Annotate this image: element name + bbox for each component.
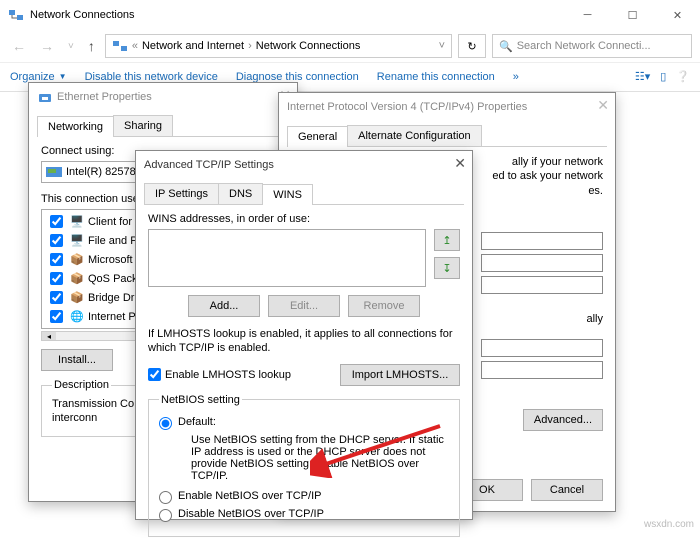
search-placeholder: Search Network Connecti... — [517, 40, 651, 52]
chk-ipv4[interactable] — [50, 310, 63, 323]
preview-pane-icon[interactable]: ▯ — [660, 70, 666, 83]
annotation-arrow — [310, 418, 450, 478]
breadcrumb-sep: « — [132, 40, 138, 52]
organize-menu[interactable]: Organize ▼ — [10, 71, 67, 83]
breadcrumb-2[interactable]: Network Connections — [256, 40, 361, 52]
advanced-button[interactable]: Advanced... — [523, 409, 603, 431]
chk-bridge[interactable] — [50, 291, 63, 304]
dialog-title: Internet Protocol Version 4 (TCP/IPv4) P… — [279, 93, 615, 121]
search-input[interactable]: 🔍 Search Network Connecti... — [492, 34, 692, 58]
tabs: Networking Sharing — [37, 115, 289, 137]
help-icon[interactable]: ❔ — [676, 70, 690, 83]
wins-addresses-label: WINS addresses, in order of use: — [148, 213, 460, 225]
gateway-field[interactable] — [481, 276, 603, 294]
recent-dropdown[interactable]: ˅ — [64, 41, 78, 52]
chk-msnet1[interactable] — [50, 253, 63, 266]
chevron-right-icon: › — [248, 40, 252, 52]
tab-sharing[interactable]: Sharing — [113, 115, 173, 136]
description-legend: Description — [52, 379, 111, 391]
move-up-button[interactable]: ↥ — [434, 229, 460, 251]
tabs: General Alternate Configuration — [287, 125, 607, 147]
tabs: IP Settings DNS WINS — [144, 183, 464, 205]
radio-enable-netbios[interactable]: Enable NetBIOS over TCP/IP — [159, 490, 449, 504]
disable-device-button[interactable]: Disable this network device — [85, 71, 218, 83]
tab-general[interactable]: General — [287, 126, 348, 147]
chk-qos[interactable] — [50, 272, 63, 285]
close-button[interactable]: ✕ — [655, 0, 700, 30]
minimize-button[interactable]: ─ — [565, 0, 610, 30]
refresh-button[interactable]: ↻ — [458, 34, 486, 58]
diagnose-button[interactable]: Diagnose this connection — [236, 71, 359, 83]
adapter-icon — [46, 166, 62, 178]
remove-button: Remove — [348, 295, 420, 317]
view-options-icon[interactable]: ☷▾ — [635, 70, 650, 83]
window-title: Network Connections — [30, 9, 135, 21]
radio-disable-netbios[interactable]: Disable NetBIOS over TCP/IP — [159, 508, 449, 522]
mask-field[interactable] — [481, 254, 603, 272]
forward-button: → — [36, 38, 58, 54]
close-icon[interactable]: ✕ — [454, 155, 466, 172]
dns2-field[interactable] — [481, 361, 603, 379]
tab-altconfig[interactable]: Alternate Configuration — [347, 125, 482, 146]
install-button[interactable]: Install... — [41, 349, 113, 371]
back-button[interactable]: ← — [8, 38, 30, 54]
breadcrumb-box[interactable]: « Network and Internet › Network Connect… — [105, 34, 452, 58]
move-down-button[interactable]: ↧ — [434, 257, 460, 279]
chk-client[interactable] — [50, 215, 63, 228]
tab-ip-settings[interactable]: IP Settings — [144, 183, 219, 204]
address-dropdown[interactable]: ˅ — [439, 40, 445, 52]
explorer-window: Network Connections ─ ☐ ✕ ← → ˅ ↑ « Netw… — [0, 0, 700, 92]
netbios-legend: NetBIOS setting — [159, 394, 242, 406]
watermark: wsxdn.com — [644, 519, 694, 530]
network-connections-icon — [8, 7, 24, 23]
dns1-field[interactable] — [481, 339, 603, 357]
maximize-button[interactable]: ☐ — [610, 0, 655, 30]
tab-dns[interactable]: DNS — [218, 183, 263, 204]
up-button[interactable]: ↑ — [84, 38, 99, 54]
titlebar: Network Connections ─ ☐ ✕ — [0, 0, 700, 30]
address-bar: ← → ˅ ↑ « Network and Internet › Network… — [0, 30, 700, 62]
lmhosts-info: If LMHOSTS lookup is enabled, it applies… — [148, 327, 460, 356]
breadcrumb-1[interactable]: Network and Internet — [142, 40, 244, 52]
add-button[interactable]: Add... — [188, 295, 260, 317]
search-icon: 🔍 — [499, 40, 513, 53]
wins-address-list[interactable] — [148, 229, 426, 287]
chevron-down-icon: ▼ — [59, 72, 67, 81]
edit-button: Edit... — [268, 295, 340, 317]
network-icon — [112, 38, 128, 54]
dialog-title: Ethernet Properties — [29, 83, 297, 111]
dialog-title: Advanced TCP/IP Settings — [136, 151, 472, 179]
ip-field[interactable] — [481, 232, 603, 250]
chk-fileprint[interactable] — [50, 234, 63, 247]
close-icon[interactable]: ✕ — [597, 97, 609, 114]
more-commands[interactable]: » — [513, 71, 519, 83]
import-lmhosts-button[interactable]: Import LMHOSTS... — [340, 364, 460, 386]
enable-lmhosts-checkbox[interactable]: Enable LMHOSTS lookup — [148, 367, 291, 382]
cancel-button[interactable]: Cancel — [531, 479, 603, 501]
tab-wins[interactable]: WINS — [262, 184, 313, 205]
ethernet-icon — [37, 89, 53, 105]
rename-button[interactable]: Rename this connection — [377, 71, 495, 83]
tab-networking[interactable]: Networking — [37, 116, 114, 137]
